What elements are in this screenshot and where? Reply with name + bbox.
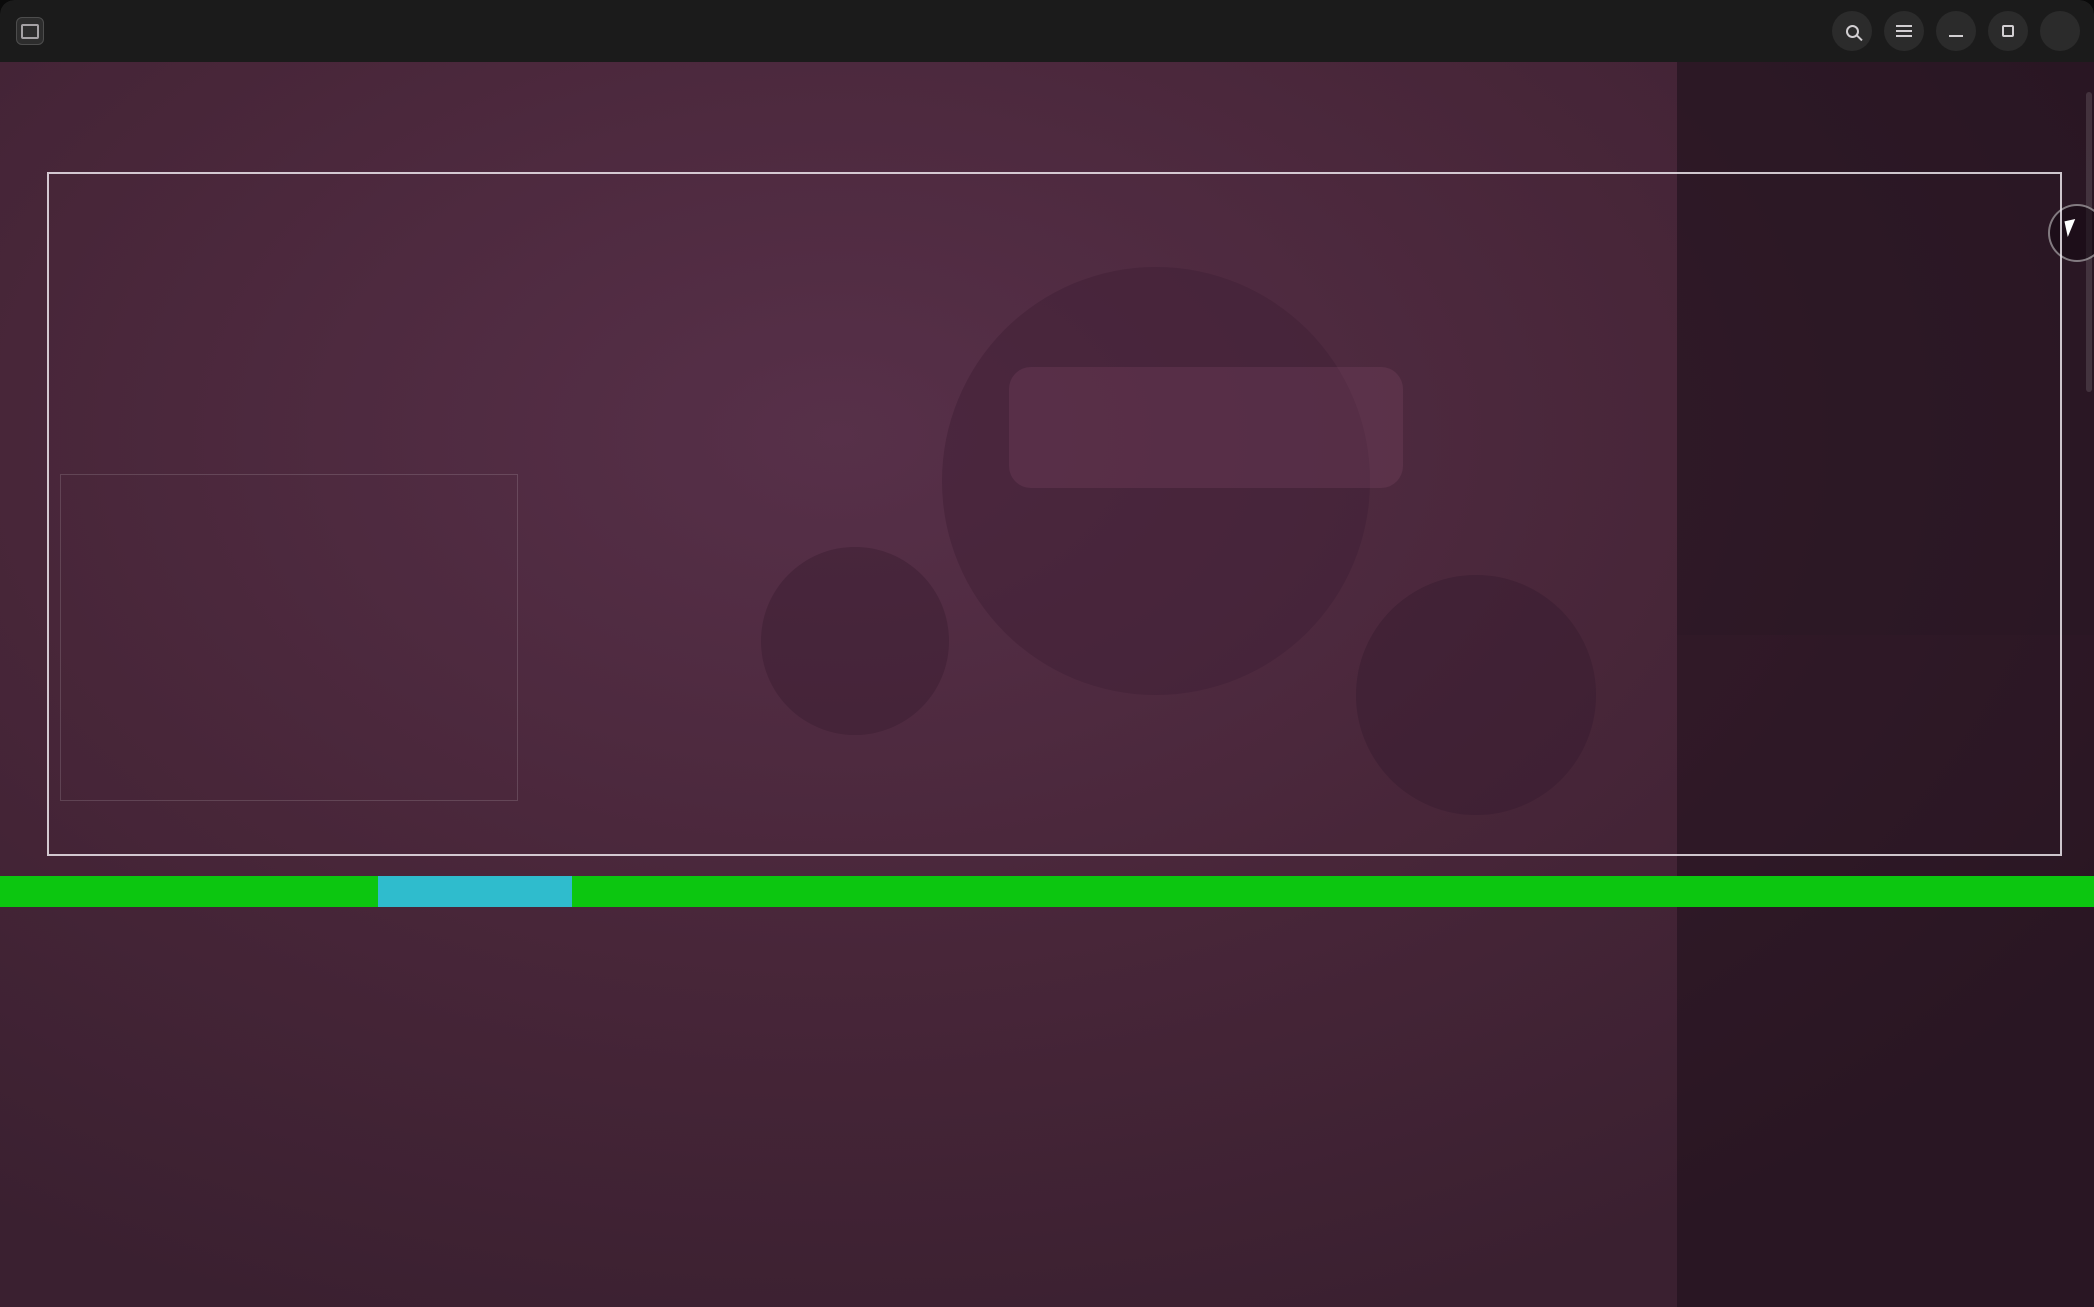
header-gpu-mem-sorted[interactable] xyxy=(378,876,572,907)
maximize-icon xyxy=(2002,25,2014,37)
menu-button[interactable] xyxy=(1884,11,1924,51)
search-icon xyxy=(1846,25,1859,38)
search-button[interactable] xyxy=(1832,11,1872,51)
header-type[interactable] xyxy=(198,876,314,907)
process-table xyxy=(0,876,2094,907)
header-gpu[interactable] xyxy=(314,876,378,907)
close-button[interactable] xyxy=(2040,11,2080,51)
terminal-window xyxy=(0,0,2094,1307)
minimize-button[interactable] xyxy=(1936,11,1976,51)
window-title xyxy=(0,0,2094,62)
header-user[interactable] xyxy=(94,876,160,907)
header-pid[interactable] xyxy=(0,876,94,907)
terminal-content xyxy=(0,62,2094,1307)
header-command[interactable] xyxy=(782,876,2094,907)
hamburger-menu-icon xyxy=(1896,25,1912,37)
function-key-bar xyxy=(0,1279,2094,1307)
process-table-header xyxy=(0,876,2094,907)
device-info-line xyxy=(17,66,2094,97)
gpu-history-chart xyxy=(0,172,2094,856)
clock-temp-line xyxy=(17,97,2094,128)
utilization-meters-line xyxy=(17,128,2094,159)
header-cpu[interactable] xyxy=(572,876,661,907)
header-host-mem[interactable] xyxy=(661,876,782,907)
maximize-button[interactable] xyxy=(1988,11,2028,51)
header-dev[interactable] xyxy=(160,876,198,907)
chart-plot-area xyxy=(47,172,2062,856)
minimize-icon xyxy=(1949,35,1963,37)
chart-series-svg xyxy=(49,174,2060,854)
window-titlebar xyxy=(0,0,2094,62)
